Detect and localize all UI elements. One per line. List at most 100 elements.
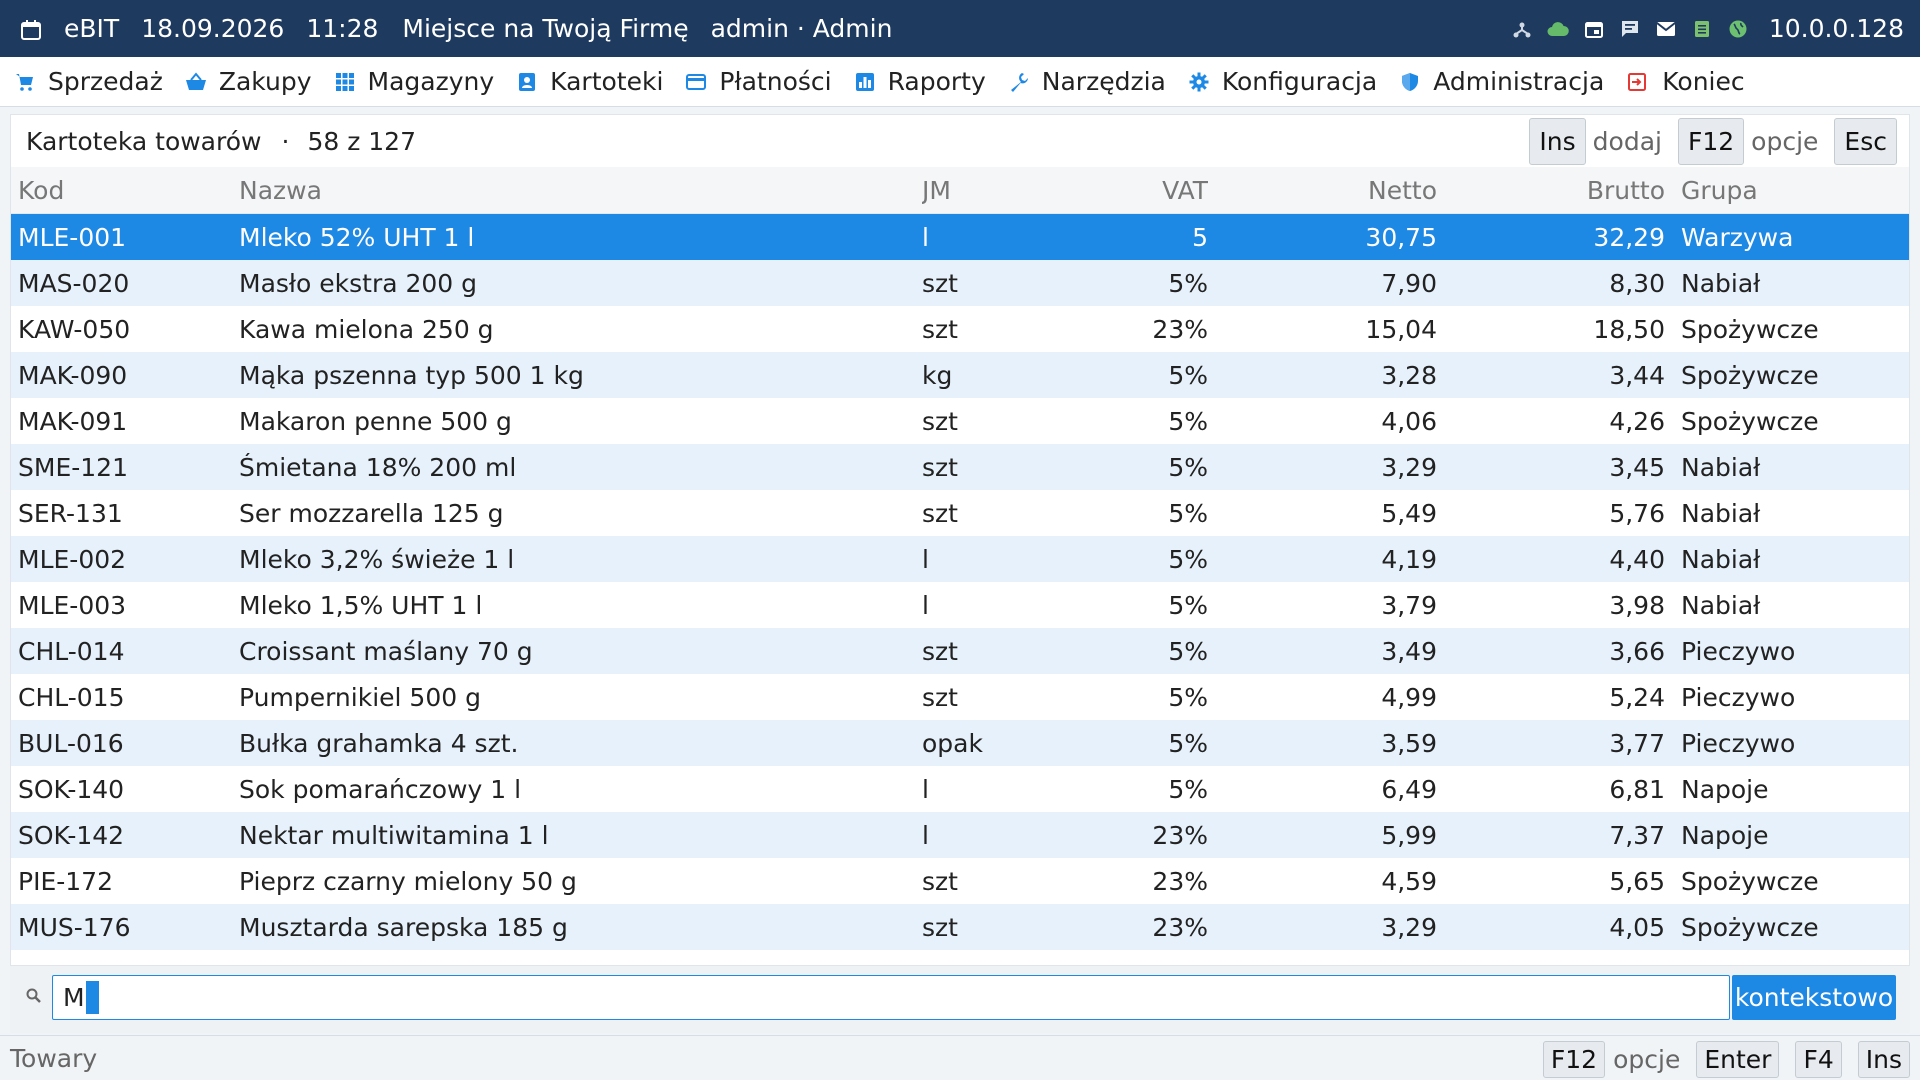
esc-key-button[interactable]: Esc bbox=[1834, 118, 1897, 165]
product-table: Kod Nazwa JM VAT Netto Brutto Grupa MLE-… bbox=[11, 167, 1909, 950]
search-input[interactable]: M bbox=[52, 975, 1730, 1020]
cell-nazwa: Mleko 3,2% świeże 1 l bbox=[239, 544, 515, 574]
table-row-selected[interactable]: MLE-001 Mleko 52% UHT 1 l l 5 30,75 32,29 Warz… bbox=[11, 214, 1909, 260]
cell-kod: MUS-176 bbox=[18, 912, 131, 942]
table-row[interactable]: KAW-050 Kawa mielona 250 g szt 23% 15,04 18,5… bbox=[11, 306, 1909, 352]
enter-key[interactable]: Enter bbox=[1696, 1041, 1780, 1078]
table-row[interactable]: SOK-140 Sok pomarańczowy 1 l l 5% 6,49 6,81 Na… bbox=[11, 766, 1909, 812]
panel-header: Kartoteka towarów · 58 z 127 Ins dodaj F… bbox=[11, 115, 1909, 167]
table-row[interactable]: MAS-020 Masło ekstra 200 g szt 5% 7,90 8,30 Na… bbox=[11, 260, 1909, 306]
table-row[interactable]: PIE-172 Pieprz czarny mielony 50 g szt 23% 4… bbox=[11, 858, 1909, 904]
grid-icon bbox=[334, 71, 356, 93]
cell-brutto: 5,65 bbox=[1609, 866, 1665, 896]
current-date: 18.09.2026 bbox=[141, 14, 285, 43]
column-header-netto[interactable]: Netto bbox=[1208, 176, 1437, 205]
cell-kod: SOK-142 bbox=[18, 820, 125, 850]
network-icon[interactable] bbox=[1511, 18, 1533, 40]
table-row[interactable]: SER-131 Ser mozzarella 125 g szt 5% 5,49 5,76… bbox=[11, 490, 1909, 536]
cell-brutto: 32,29 bbox=[1593, 222, 1665, 252]
cell-jm: l bbox=[922, 590, 929, 620]
calendar-tray-icon[interactable] bbox=[1583, 18, 1605, 40]
cell-netto: 3,28 bbox=[1381, 360, 1437, 390]
column-header-vat[interactable]: VAT bbox=[1022, 176, 1208, 205]
menu-item-label: Zakupy bbox=[218, 67, 312, 96]
cell-brutto: 3,45 bbox=[1609, 452, 1665, 482]
menu-item-koniec[interactable]: Koniec bbox=[1626, 67, 1745, 96]
ins-key-button[interactable]: Ins bbox=[1529, 118, 1586, 165]
cell-vat: 5% bbox=[1168, 636, 1208, 666]
cell-netto: 4,59 bbox=[1381, 866, 1437, 896]
table-row[interactable]: MAK-090 Mąka pszenna typ 500 1 kg kg 5% 3,28… bbox=[11, 352, 1909, 398]
ledger-icon[interactable] bbox=[1691, 18, 1713, 40]
cell-vat: 23% bbox=[1152, 866, 1208, 896]
cell-vat: 5% bbox=[1168, 590, 1208, 620]
cell-jm: szt bbox=[922, 866, 958, 896]
shield-icon bbox=[1399, 71, 1421, 93]
table-row[interactable]: MLE-002 Mleko 3,2% świeże 1 l l 5% 4,19 4,40 N… bbox=[11, 536, 1909, 582]
table-row[interactable]: SOK-142 Nektar multiwitamina 1 l l 23% 5,99 7… bbox=[11, 812, 1909, 858]
cell-brutto: 3,77 bbox=[1609, 728, 1665, 758]
menu-item-zakupy[interactable]: Zakupy bbox=[185, 67, 312, 96]
product-list-panel: Kartoteka towarów · 58 z 127 Ins dodaj F… bbox=[10, 114, 1910, 966]
cell-netto: 30,75 bbox=[1365, 222, 1437, 252]
cell-jm: szt bbox=[922, 912, 958, 942]
menu-item-kartoteki[interactable]: Kartoteki bbox=[516, 67, 663, 96]
ins-status-key[interactable]: Ins bbox=[1857, 1041, 1910, 1078]
table-row[interactable]: CHL-014 Croissant maślany 70 g szt 5% 3,49 3,… bbox=[11, 628, 1909, 674]
table-row[interactable]: MUS-176 Musztarda sarepska 185 g szt 23% 3,2… bbox=[11, 904, 1909, 950]
column-header-kod[interactable]: Kod bbox=[11, 176, 239, 205]
f12-key-button[interactable]: F12 bbox=[1677, 118, 1745, 165]
menu-item-raporty[interactable]: Raporty bbox=[854, 67, 986, 96]
table-row[interactable]: CHL-015 Pumpernikiel 500 g szt 5% 4,99 5,24 Pi… bbox=[11, 674, 1909, 720]
main-menu: Sprzedaż Zakupy Magazyny Kartoteki Płatn… bbox=[0, 57, 1920, 107]
menu-item-label: Konfiguracja bbox=[1221, 67, 1378, 96]
add-label: dodaj bbox=[1592, 127, 1662, 156]
cell-vat: 5% bbox=[1168, 544, 1208, 574]
column-header-brutto[interactable]: Brutto bbox=[1437, 176, 1665, 205]
cell-jm: szt bbox=[922, 636, 958, 666]
menu-item-konfiguracja[interactable]: Konfiguracja bbox=[1188, 67, 1377, 96]
cell-nazwa: Pumpernikiel 500 g bbox=[239, 682, 481, 712]
cell-jm: szt bbox=[922, 314, 958, 344]
menu-item-sprzedaz[interactable]: Sprzedaż bbox=[14, 67, 163, 96]
cell-kod: PIE-172 bbox=[18, 866, 113, 896]
chat-icon[interactable] bbox=[1619, 18, 1641, 40]
column-header-jm[interactable]: JM bbox=[922, 176, 1022, 205]
cell-jm: szt bbox=[922, 406, 958, 436]
column-header-grupa[interactable]: Grupa bbox=[1665, 176, 1905, 205]
f4-key[interactable]: F4 bbox=[1795, 1041, 1842, 1078]
cell-vat: 23% bbox=[1152, 314, 1208, 344]
f12-status-key[interactable]: F12 bbox=[1542, 1041, 1606, 1078]
status-text: Towary bbox=[10, 1043, 98, 1073]
table-row[interactable]: SME-121 Śmietana 18% 200 ml szt 5% 3,29 3,45 N… bbox=[11, 444, 1909, 490]
table-row[interactable]: MAK-091 Makaron penne 500 g szt 5% 4,06 4,26 S… bbox=[11, 398, 1909, 444]
cell-kod: CHL-014 bbox=[18, 636, 125, 666]
cell-vat: 23% bbox=[1152, 820, 1208, 850]
cell-nazwa: Croissant maślany 70 g bbox=[239, 636, 533, 666]
menu-item-magazyny[interactable]: Magazyny bbox=[334, 67, 494, 96]
cell-nazwa: Nektar multiwitamina 1 l bbox=[239, 820, 549, 850]
column-header-nazwa[interactable]: Nazwa bbox=[239, 176, 922, 205]
cell-brutto: 3,98 bbox=[1609, 590, 1665, 620]
cell-jm: kg bbox=[922, 360, 953, 390]
cell-grupa: Nabiał bbox=[1681, 452, 1761, 482]
cell-kod: MAS-020 bbox=[18, 268, 130, 298]
context-search-button[interactable]: kontekstowo bbox=[1732, 975, 1896, 1020]
globe-icon[interactable] bbox=[1727, 18, 1749, 40]
cell-nazwa: Sok pomarańczowy 1 l bbox=[239, 774, 522, 804]
cell-vat: 5% bbox=[1168, 728, 1208, 758]
table-row[interactable]: BUL-016 Bułka grahamka 4 szt. opak 5% 3,59 3,… bbox=[11, 720, 1909, 766]
menu-item-platnosci[interactable]: Płatności bbox=[685, 67, 832, 96]
table-header: Kod Nazwa JM VAT Netto Brutto Grupa bbox=[11, 167, 1909, 214]
cell-brutto: 5,76 bbox=[1609, 498, 1665, 528]
bar-chart-icon bbox=[854, 71, 876, 93]
cloud-icon[interactable] bbox=[1547, 18, 1569, 40]
mail-icon[interactable] bbox=[1655, 18, 1677, 40]
menu-item-administracja[interactable]: Administracja bbox=[1399, 67, 1604, 96]
cell-nazwa: Mleko 52% UHT 1 l bbox=[239, 222, 475, 252]
credit-card-icon bbox=[685, 71, 707, 93]
table-row[interactable]: MLE-003 Mleko 1,5% UHT 1 l l 5% 3,79 3,98 Nabi… bbox=[11, 582, 1909, 628]
cell-jm: l bbox=[922, 820, 929, 850]
menu-item-narzedzia[interactable]: Narzędzia bbox=[1008, 67, 1166, 96]
panel-actions: Ins dodaj F12 opcje Esc bbox=[1529, 118, 1897, 165]
